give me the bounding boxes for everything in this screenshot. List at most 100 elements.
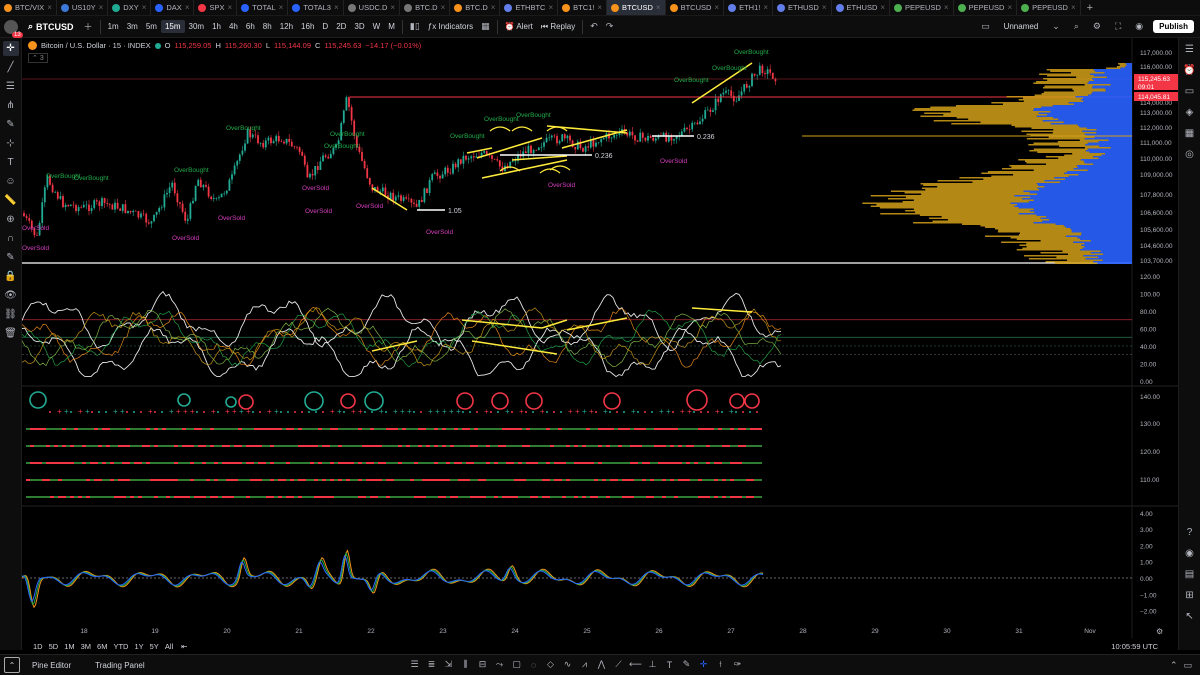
trendline-icon[interactable]: ╱ [3,60,19,75]
range-1m[interactable]: 1M [61,642,77,651]
app-logo-icon[interactable]: ⌃ [4,657,20,673]
close-icon[interactable]: × [279,3,284,12]
range-5d[interactable]: 5D [46,642,62,651]
layout-name[interactable]: Unnamed [1000,20,1043,33]
magnet-icon[interactable]: ∩ [3,231,19,246]
chat-icon[interactable]: ▭ [1183,84,1197,98]
indicator-toggle[interactable]: ⌃ 3 [28,53,48,63]
replay-button[interactable]: ⏮ Replay [537,20,579,34]
close-icon[interactable]: × [1071,3,1076,12]
interval-4h[interactable]: 4h [225,20,242,33]
symbol-tab[interactable]: TOTAL3 × [288,0,344,15]
ruler-icon[interactable]: 📏 [3,193,19,208]
range-all[interactable]: All [162,642,176,651]
close-icon[interactable]: × [185,3,190,12]
interval-M[interactable]: M [384,20,399,33]
lock-drawing-icon[interactable]: ✎ [3,250,19,265]
symbol-tab[interactable]: PEPEUSD × [1017,0,1081,15]
diamond-icon[interactable]: ◇ [544,658,557,671]
range-1y[interactable]: 1Y [131,642,146,651]
calendar-icon[interactable]: ▦ [1183,126,1197,140]
add-tab-icon[interactable]: + [1081,2,1099,14]
interval-12h[interactable]: 12h [276,20,297,33]
interval-W[interactable]: W [369,20,385,33]
range-3m[interactable]: 3M [78,642,94,651]
grid-icon[interactable]: ⊞ [1183,588,1197,602]
interval-3D[interactable]: 3D [350,20,368,33]
symbol-tab[interactable]: BTC.D × [400,0,451,15]
interval-15m[interactable]: 15m [160,20,185,33]
close-icon[interactable]: × [944,3,949,12]
indicators-button[interactable]: ƒx Indicators [424,20,477,33]
zigzag-icon[interactable]: ⩘ [578,658,591,671]
symbol-tab[interactable]: PEPEUSD × [954,0,1018,15]
close-icon[interactable]: × [390,3,395,12]
close-icon[interactable]: × [334,3,339,12]
camera-icon[interactable]: ◉ [1131,21,1147,32]
broadcast-icon[interactable]: ◉ [1183,546,1197,560]
elliott-icon[interactable]: ⋀ [595,658,608,671]
close-icon[interactable]: × [656,3,661,12]
interval-1h[interactable]: 1h [208,20,225,33]
magic-icon[interactable]: ✑ [731,658,744,671]
range-ytd[interactable]: YTD [110,642,131,651]
symbol-tab[interactable]: ETHBTC × [500,0,559,15]
quick-search-icon[interactable]: ⌕ [1070,21,1083,32]
range-icon[interactable]: ⇲ [442,658,455,671]
anchor-icon[interactable]: ⊥ [646,658,659,671]
interval-D[interactable]: D [318,20,332,33]
candles-icon[interactable]: ▮▯ [406,21,424,32]
ellipse-icon[interactable]: ◌ [527,658,540,671]
position-icon[interactable]: ⊟ [476,658,489,671]
trash-icon[interactable]: 🗑 [3,326,19,341]
ideas-icon[interactable]: ◎ [1183,147,1197,161]
publish-button[interactable]: Publish [1153,20,1194,33]
symbol-tab[interactable]: ETH1! × [724,0,774,15]
levels-icon[interactable]: ☰ [408,658,421,671]
redo-icon[interactable]: ↷ [602,21,618,32]
measure-icon[interactable]: ⟊ [714,658,727,671]
chart-canvas[interactable]: 1.050.2360.236OverBoughtOverBoughtOverBo… [22,38,1178,638]
goto-date-icon[interactable]: ⇤ [178,642,190,651]
emoji-icon[interactable]: ☺ [3,174,19,189]
chart-area[interactable]: 1.05 0.236 0.236 OverBought OverBought OverBo… [22,38,1178,638]
cursor-icon[interactable]: ↖ [1183,609,1197,623]
close-icon[interactable]: × [99,3,104,12]
symbol-tab[interactable]: BTC.D × [450,0,501,15]
close-icon[interactable]: × [822,3,827,12]
interval-8h[interactable]: 8h [259,20,276,33]
interval-16h[interactable]: 16h [297,20,318,33]
text-tool-icon[interactable]: T [663,658,676,671]
close-icon[interactable]: × [1007,3,1012,12]
alerts-clock-icon[interactable]: ⏰ [1183,63,1197,77]
close-icon[interactable]: × [142,3,147,12]
rectangle-icon[interactable]: ▢ [510,658,523,671]
symbol-tab[interactable]: BTC1! × [558,0,608,15]
interval-5m[interactable]: 5m [142,20,161,33]
pattern-icon[interactable]: ⊹ [3,136,19,151]
utc-clock[interactable]: 10:05:59 UTC [1111,642,1178,651]
interval-2D[interactable]: 2D [332,20,350,33]
symbol-tab[interactable]: BTCUSD × [607,0,666,15]
undo-icon[interactable]: ↶ [586,21,602,32]
wave-icon[interactable]: ∿ [561,658,574,671]
close-icon[interactable]: × [441,3,446,12]
symbol-tab[interactable]: ETHUSD × [832,0,891,15]
close-icon[interactable]: × [597,3,602,12]
symbol-tab[interactable]: ETHUSD × [773,0,832,15]
alert-button[interactable]: ⏰ Alert [501,20,537,33]
symbol-tab[interactable]: BTC/VIX × [0,0,57,15]
close-icon[interactable]: × [491,3,496,12]
chevron-down-icon[interactable]: ⌄ [1048,21,1064,32]
symbol-tab[interactable]: PEPEUSD × [890,0,954,15]
symbol-search[interactable]: ⌕ BTCUSD [22,21,80,32]
text-icon[interactable]: T [3,155,19,170]
symbol-tab[interactable]: TOTAL × [237,0,289,15]
collapse-icon[interactable]: ⌃ [1170,660,1178,671]
range-1d[interactable]: 1D [30,642,46,651]
pitchfork-icon[interactable]: ⋔ [3,98,19,113]
layers-icon[interactable]: ◈ [1183,105,1197,119]
symbol-tab[interactable]: BTCUSD × [666,0,725,15]
close-icon[interactable]: × [763,3,768,12]
dashboard-icon[interactable]: ▤ [1183,567,1197,581]
